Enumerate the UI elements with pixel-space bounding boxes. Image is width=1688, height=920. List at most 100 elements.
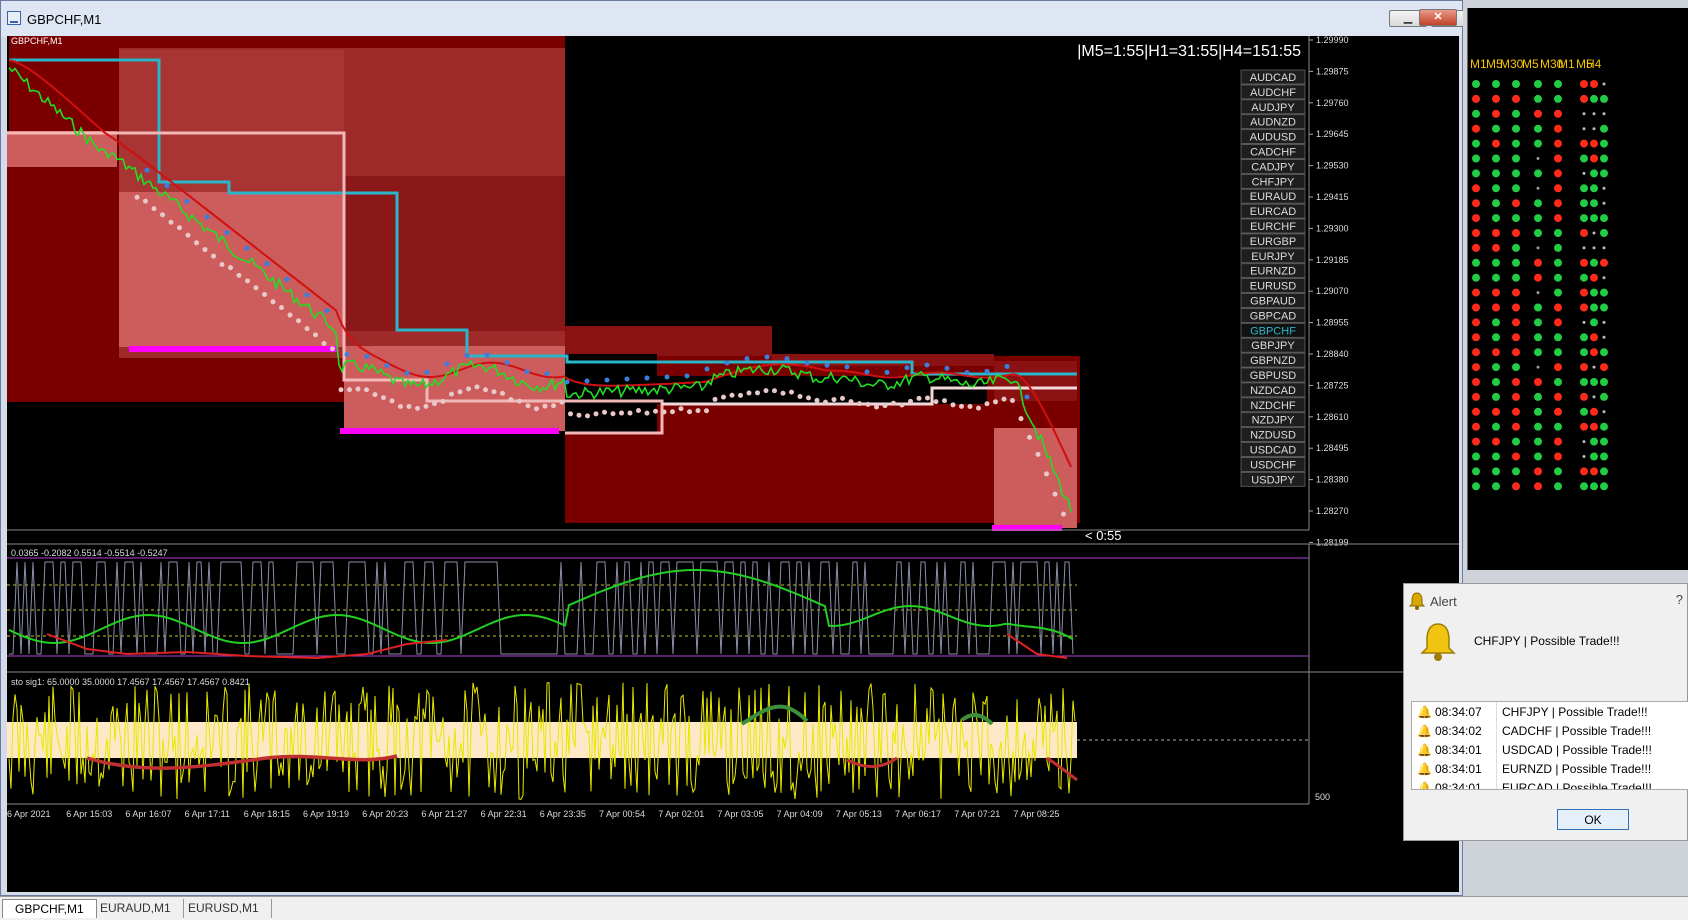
price-tick-label: 1.29185 [1316,255,1349,265]
matrix-signal-dot [1554,392,1562,401]
matrix-signal-dot [1554,80,1562,88]
matrix-signal-dot [1492,303,1500,312]
matrix-signal-dot [1492,124,1500,133]
alert-row-separator [1496,740,1497,760]
matrix-signal-dot [1472,392,1480,401]
alert-row[interactable]: 🔔 08:34:01 USDCAD | Possible Trade!!! [1412,740,1688,760]
signal-dot [287,312,293,318]
zone-gap [565,354,657,432]
alert-row-separator [1496,759,1497,779]
matrix-signal-dot [1472,288,1480,297]
matrix-signal-dot [1580,199,1588,208]
price-tick-label: 1.29990 [1316,36,1349,45]
signal-dot [184,198,190,204]
tab-euraud[interactable]: EURAUD,M1 [88,899,184,918]
matrix-signal-dot [1512,139,1520,148]
matrix-signal-dot [1472,229,1480,237]
matrix-signal-dot [1600,482,1608,491]
time-tick-label: 7 Apr 06:17 [895,809,941,819]
window-titlebar[interactable]: GBPCHF,M1 ▁ ❐ [1,1,1469,37]
matrix-signal-dot [1554,452,1562,461]
signal-dot [959,403,964,409]
signal-dot [474,384,480,390]
signal-dot [1004,363,1010,369]
alert-row-message: EURCAD | Possible Trade!!! [1502,781,1652,790]
signal-dot [704,408,709,414]
alert-row-time: 08:34:02 [1435,724,1482,738]
matrix-signal-dot [1582,246,1586,250]
matrix-signal-dot [1492,80,1500,88]
matrix-signal-dot [1600,378,1608,386]
help-button[interactable]: ? [1676,592,1683,607]
alert-row-bell-icon: 🔔 [1417,762,1432,776]
price-tick-label: 1.29530 [1316,161,1349,171]
matrix-signal-dot [1536,246,1540,250]
matrix-signal-dot [1492,437,1500,446]
signal-dot [899,402,905,408]
matrix-signal-dot [1590,154,1598,163]
price-tick-label: 1.29300 [1316,223,1349,233]
price-chart[interactable]: GBPCHF,M1 |M5=1:55|H1=31:55|H4=151:55 AUDC… [7,36,1459,892]
indicator2-scale-label: 500 [1315,792,1330,802]
symbol-button-label: CADCHF [1250,147,1296,159]
matrix-signal-dot [1472,467,1480,476]
ok-button[interactable]: OK [1557,809,1629,830]
matrix-signal-dot [1602,246,1606,250]
matrix-signal-dot [1492,378,1500,386]
matrix-signal-dot [1592,395,1596,399]
matrix-signal-dot [1582,440,1586,444]
matrix-signal-dot [1472,318,1480,327]
signal-dot [644,410,650,416]
signal-dot [624,376,630,382]
matrix-signal-dot [1472,80,1480,88]
symbol-button-label: AUDCHF [1250,87,1296,99]
matrix-signal-dot [1582,127,1586,131]
signal-dot [564,379,570,385]
signal-dot [364,387,369,393]
matrix-signal-dot [1512,199,1520,208]
signal-dot [168,219,174,225]
alert-row[interactable]: 🔔 08:34:02 CADCHF | Possible Trade!!! [1412,721,1688,741]
matrix-signal-dot [1536,365,1540,369]
alert-row-bell-icon: 🔔 [1417,781,1432,790]
signal-matrix-panel[interactable]: M1 M5 M30 M5 M30 M1 M5 H4 [1467,8,1688,570]
signal-dot [840,395,845,401]
alert-row[interactable]: 🔔 08:34:07 CHFJPY | Possible Trade!!! [1412,702,1688,722]
matrix-signal-dot [1512,273,1520,282]
tab-eurusd[interactable]: EURUSD,M1 [176,899,272,918]
matrix-signal-dot [1602,410,1606,414]
matrix-signal-dot [1512,318,1520,327]
matrix-signal-dot [1472,407,1480,416]
matrix-signal-dot [1534,467,1542,476]
matrix-header: M30 [1500,57,1524,71]
matrix-signal-dot [1472,243,1480,252]
alert-dialog[interactable]: Alert ? CHFJPY | Possible Trade!!! 🔔 08:… [1403,583,1688,841]
matrix-signal-dot [1554,154,1562,163]
signal-dot [874,404,879,410]
signal-dot [551,403,556,409]
tab-gbpchf[interactable]: GBPCHF,M1 [2,899,97,918]
signal-dot [466,386,471,392]
signal-dot [831,397,837,403]
alert-row-message: CHFJPY | Possible Trade!!! [1502,705,1648,719]
signal-dot [661,409,667,415]
signal-dot [670,409,675,415]
signal-dot [584,378,590,384]
alert-list[interactable]: 🔔 08:34:07 CHFJPY | Possible Trade!!! 🔔 … [1411,701,1688,790]
signal-dot [944,365,950,371]
signal-dot [797,394,803,400]
chart-area[interactable]: GBPCHF,M1 |M5=1:55|H1=31:55|H4=151:55 AUDC… [7,36,1459,892]
signal-dot [604,377,610,383]
matrix-signal-dot [1512,378,1520,386]
close-button[interactable]: ✕ [1419,9,1457,26]
signal-dot [559,399,565,405]
symbol-button-label: USDCHF [1250,459,1296,471]
signal-dot [338,387,344,393]
matrix-signal-dot [1590,318,1598,327]
alert-row[interactable]: 🔔 08:34:01 EURNZD | Possible Trade!!! [1412,759,1688,779]
matrix-signal-dot [1472,422,1480,431]
alert-row[interactable]: 🔔 08:34:01 EURCAD | Possible Trade!!! [1412,778,1688,790]
matrix-signal-dot [1472,139,1480,148]
matrix-signal-dot [1534,378,1542,386]
signal-dot [330,346,335,352]
